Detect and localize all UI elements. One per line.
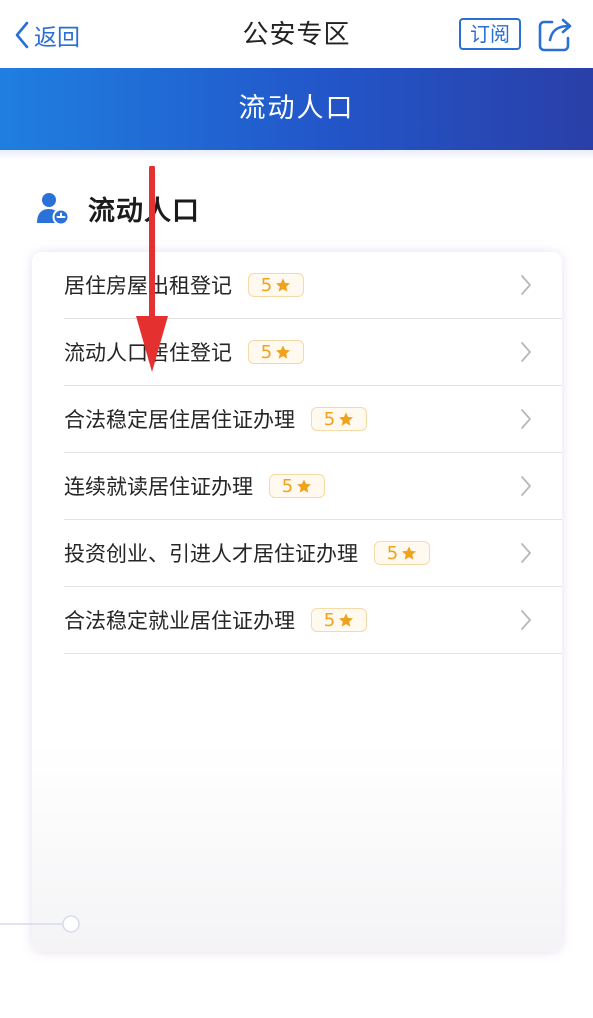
rating-badge: 5 — [248, 273, 304, 297]
rating-value: 5 — [281, 475, 294, 497]
star-icon — [276, 278, 291, 292]
item-label: 合法稳定就业居住证办理 — [64, 609, 295, 633]
list-item[interactable]: 投资创业、引进人才居住证办理 5 — [64, 520, 562, 587]
rating-value: 5 — [323, 609, 336, 631]
star-icon — [297, 479, 312, 493]
service-card: 居住房屋出租登记 5 流动人口居住登记 5 合法稳定居住居住证办理 5 连续就读… — [32, 252, 562, 952]
chevron-right-icon — [521, 342, 531, 362]
star-icon — [339, 613, 354, 627]
rating-value: 5 — [260, 274, 273, 296]
chevron-right-icon — [521, 409, 531, 429]
nav-bar: 返回 公安专区 订阅 — [0, 0, 593, 68]
section-title: 流动人口 — [88, 195, 200, 227]
rating-badge: 5 — [311, 407, 367, 431]
rating-badge: 5 — [374, 541, 430, 565]
person-icon — [37, 193, 70, 225]
list-item[interactable]: 连续就读居住证办理 5 — [64, 453, 562, 520]
rating-badge: 5 — [269, 474, 325, 498]
item-label: 流动人口居住登记 — [64, 341, 232, 365]
rating-badge: 5 — [311, 608, 367, 632]
chevron-right-icon — [521, 275, 531, 295]
chevron-right-icon — [521, 610, 531, 630]
item-label: 投资创业、引进人才居住证办理 — [64, 542, 358, 566]
chevron-right-icon — [521, 476, 531, 496]
rating-value: 5 — [260, 341, 273, 363]
rating-badge: 5 — [248, 340, 304, 364]
list-item[interactable]: 合法稳定就业居住证办理 5 — [64, 587, 562, 654]
share-icon — [538, 18, 572, 52]
star-icon — [276, 345, 291, 359]
chevron-right-icon — [521, 543, 531, 563]
star-icon — [402, 546, 417, 560]
star-icon — [339, 412, 354, 426]
rating-value: 5 — [323, 408, 336, 430]
item-label: 连续就读居住证办理 — [64, 475, 253, 499]
rating-value: 5 — [386, 542, 399, 564]
list-item[interactable]: 流动人口居住登记 5 — [64, 319, 562, 386]
service-list: 居住房屋出租登记 5 流动人口居住登记 5 合法稳定居住居住证办理 5 连续就读… — [64, 252, 562, 654]
item-label: 居住房屋出租登记 — [64, 274, 232, 298]
item-label: 合法稳定居住居住证办理 — [64, 408, 295, 432]
list-item[interactable]: 合法稳定居住居住证办理 5 — [64, 386, 562, 453]
share-button[interactable] — [536, 16, 574, 54]
section-heading: 流动人口 — [36, 186, 200, 230]
category-banner: 流动人口 — [0, 68, 593, 150]
banner-shadow — [0, 150, 593, 160]
list-item[interactable]: 居住房屋出租登记 5 — [64, 252, 562, 319]
slider-decoration — [0, 915, 80, 933]
subscribe-button[interactable]: 订阅 — [459, 18, 521, 50]
